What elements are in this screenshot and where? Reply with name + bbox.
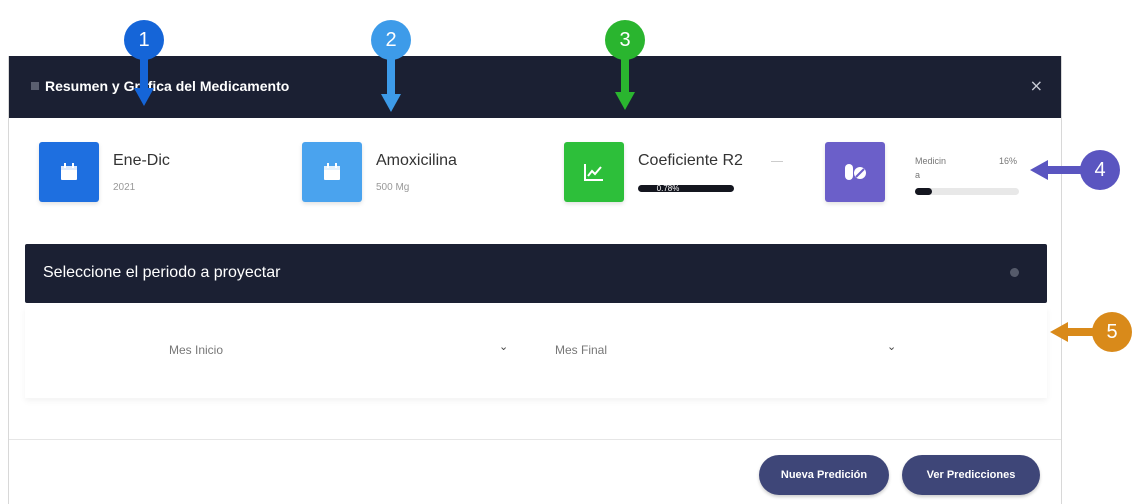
close-icon[interactable]: × <box>1030 76 1043 95</box>
info-dot-icon <box>1010 268 1019 277</box>
footer-divider <box>9 439 1061 440</box>
callout-marker: 4 <box>1080 150 1120 190</box>
period-title: Seleccione el periodo a proyectar <box>43 264 281 281</box>
down-arrow-icon <box>381 58 401 112</box>
stat-title-wrap: a <box>915 170 921 180</box>
stat-title: Amoxicilina <box>376 152 457 169</box>
view-predictions-button[interactable]: Ver Predicciones <box>902 455 1040 495</box>
dash-divider <box>771 161 783 162</box>
calendar-icon <box>39 142 99 202</box>
modal-header: Resumen y Grafica del Medicamento × <box>9 56 1061 118</box>
stat-title: Medicin <box>915 156 947 166</box>
medication-progress-fill <box>915 188 932 195</box>
stat-title: Ene-Dic <box>113 152 170 169</box>
period-header: Seleccione el periodo a proyectar <box>25 244 1047 303</box>
down-arrow-icon <box>134 58 154 106</box>
r2-progress-bar: 0.78% <box>638 184 734 193</box>
callout-marker: 1 <box>124 20 164 60</box>
callout-marker: 2 <box>371 20 411 60</box>
callout-marker: 3 <box>605 20 645 60</box>
header-bullet-icon <box>31 82 39 90</box>
select-value: Mes Final <box>555 343 608 357</box>
stat-title: Coeficiente R2 <box>638 152 743 169</box>
left-arrow-icon <box>1030 160 1082 180</box>
callout-marker: 5 <box>1092 312 1132 352</box>
left-arrow-icon <box>1050 322 1094 342</box>
stat-period: Ene-Dic 2021 <box>39 142 269 204</box>
select-value: Mes Inicio <box>169 343 224 357</box>
chevron-down-icon: ⌄ <box>499 340 509 353</box>
start-month-select[interactable]: Mes Inicio ⌄ <box>45 336 525 364</box>
new-prediction-button[interactable]: Nueva Predición <box>759 455 889 495</box>
trend-chart-icon <box>564 142 624 202</box>
stat-subtitle: 2021 <box>113 182 136 193</box>
r2-progress-label: 0.78% <box>656 184 680 193</box>
stat-percent: 16% <box>999 156 1018 166</box>
stat-medication-progress: Medicin a 16% <box>825 142 1035 204</box>
period-selectors: Mes Inicio ⌄ Mes Final ⌄ <box>25 306 1047 398</box>
modal-title: Resumen y Grafica del Medicamento <box>45 78 290 94</box>
medication-progress-bar <box>915 188 1019 195</box>
chevron-down-icon: ⌄ <box>887 340 897 353</box>
end-month-select[interactable]: Mes Final ⌄ <box>555 336 945 364</box>
medication-summary-modal: Resumen y Grafica del Medicamento × Ene-… <box>8 56 1062 504</box>
down-arrow-icon <box>615 58 635 110</box>
pills-icon <box>825 142 885 202</box>
stat-medication: Amoxicilina 500 Mg <box>302 142 532 204</box>
stat-r2-coefficient: Coeficiente R2 0.78% <box>564 142 804 204</box>
calendar-icon <box>302 142 362 202</box>
stat-subtitle: 500 Mg <box>376 182 410 193</box>
